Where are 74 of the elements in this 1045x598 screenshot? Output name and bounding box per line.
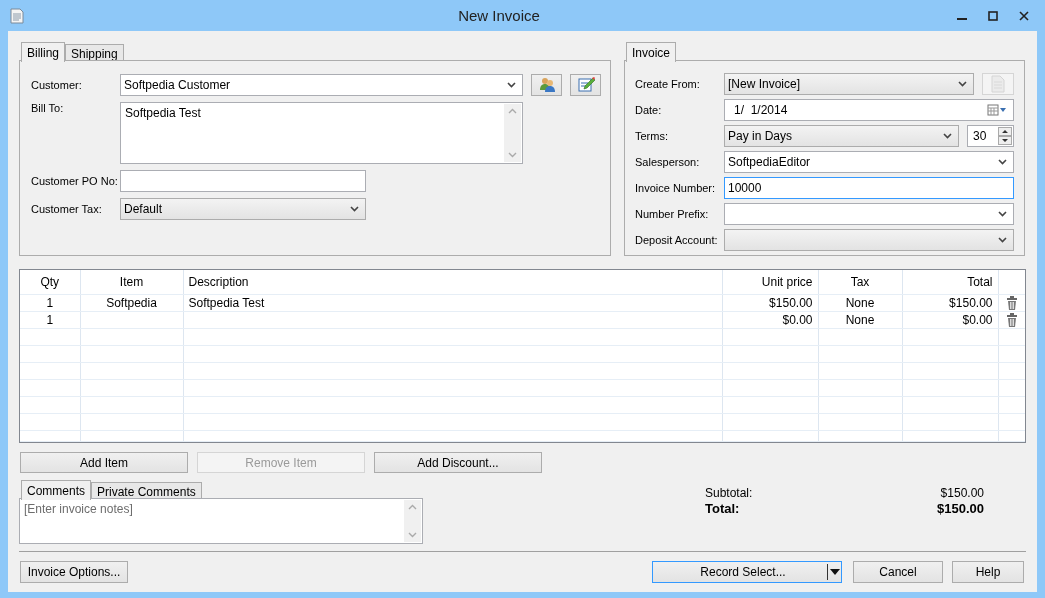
- field-label: Bill To:: [31, 102, 65, 114]
- dropdown[interactable]: Pay in Days: [724, 125, 959, 147]
- caret-icon: [829, 568, 841, 576]
- table-cell: 1: [46, 296, 54, 310]
- text-area[interactable]: Softpedia Test: [120, 102, 523, 164]
- table-cell: Softpedia Test: [188, 296, 265, 310]
- column-header: Item: [119, 275, 144, 289]
- chevron-icon: [507, 82, 516, 88]
- field-label: Customer:: [31, 79, 83, 91]
- chevron-icon: [350, 206, 359, 212]
- number-spinner[interactable]: 30: [967, 125, 1014, 147]
- column-header: Description: [188, 275, 249, 289]
- text-field[interactable]: 10000: [724, 177, 1014, 199]
- column-header: Unit price: [761, 275, 813, 289]
- chevron-icon: [998, 159, 1007, 165]
- dropdown[interactable]: Default: [120, 198, 366, 220]
- field-label: Create From:: [635, 78, 701, 90]
- field-label: Date:: [635, 104, 663, 116]
- chevron-icon: [958, 81, 967, 87]
- app-document-icon: [10, 7, 24, 24]
- table-cell: Softpedia: [106, 296, 157, 310]
- table-cell: $150.00: [949, 296, 993, 310]
- table-cell: $0.00: [782, 313, 813, 327]
- notes-field[interactable]: [Enter invoice notes]: [19, 498, 423, 544]
- edit-button[interactable]: [570, 74, 601, 96]
- people-icon: [537, 76, 556, 94]
- combo-box[interactable]: Softpedia Customer: [120, 74, 523, 96]
- dropdown[interactable]: [724, 229, 1014, 251]
- field-label: Number Prefix:: [635, 208, 710, 220]
- table-cell: $0.00: [962, 313, 993, 327]
- tab[interactable]: Billing: [21, 42, 65, 62]
- spin-arrows-icon: [998, 127, 1012, 145]
- footer-button[interactable]: Help: [952, 561, 1024, 583]
- column-header: Qty: [40, 275, 60, 289]
- column-header: Tax: [850, 275, 870, 289]
- tab[interactable]: Invoice: [626, 42, 677, 62]
- dropdown[interactable]: [New Invoice]: [724, 73, 974, 95]
- document-icon: [989, 75, 1007, 93]
- table-cell: None: [845, 313, 875, 327]
- combo-box[interactable]: SoftpediaEditor: [724, 151, 1014, 173]
- customer-list-button[interactable]: [531, 74, 562, 96]
- window-title: New Invoice: [457, 7, 541, 24]
- text-field[interactable]: [120, 170, 366, 192]
- date-field[interactable]: 1/ 1/2014: [724, 99, 1014, 121]
- field-label: Terms:: [635, 130, 669, 142]
- field-label: Deposit Account:: [635, 234, 719, 246]
- field-label: Customer PO No:: [31, 175, 119, 187]
- footer-button[interactable]: Invoice Options...: [20, 561, 128, 583]
- table-cell: $150.00: [769, 296, 813, 310]
- chevron-icon: [943, 133, 952, 139]
- subtotal-label: Subtotal:: [705, 486, 753, 501]
- column-header: Total: [967, 275, 993, 289]
- action-button[interactable]: Add Discount...: [374, 452, 542, 473]
- maximize-icon[interactable]: [988, 10, 998, 21]
- trash-icon[interactable]: [1005, 313, 1018, 328]
- total-label: Total:: [705, 501, 741, 516]
- close-icon[interactable]: [1019, 10, 1029, 21]
- record-select-button[interactable]: Record Select...: [652, 561, 842, 583]
- subtotal-value: $150.00: [939, 486, 984, 501]
- chevron-icon: [998, 211, 1007, 217]
- trash-icon[interactable]: [1005, 296, 1018, 311]
- table-cell: 1: [46, 313, 54, 327]
- calendar-icon: [987, 104, 1007, 116]
- action-button[interactable]: Add Item: [20, 452, 188, 473]
- footer-button[interactable]: Cancel: [853, 561, 943, 583]
- tab[interactable]: Comments: [21, 480, 91, 500]
- total-value: $150.00: [937, 501, 984, 516]
- table-cell: None: [845, 296, 875, 310]
- chevron-icon: [998, 237, 1007, 243]
- edit-form-icon: [576, 76, 595, 94]
- field-label: Salesperson:: [635, 156, 701, 168]
- field-label: Customer Tax:: [31, 203, 103, 215]
- combo-box[interactable]: [724, 203, 1014, 225]
- field-label: Invoice Number:: [635, 182, 717, 194]
